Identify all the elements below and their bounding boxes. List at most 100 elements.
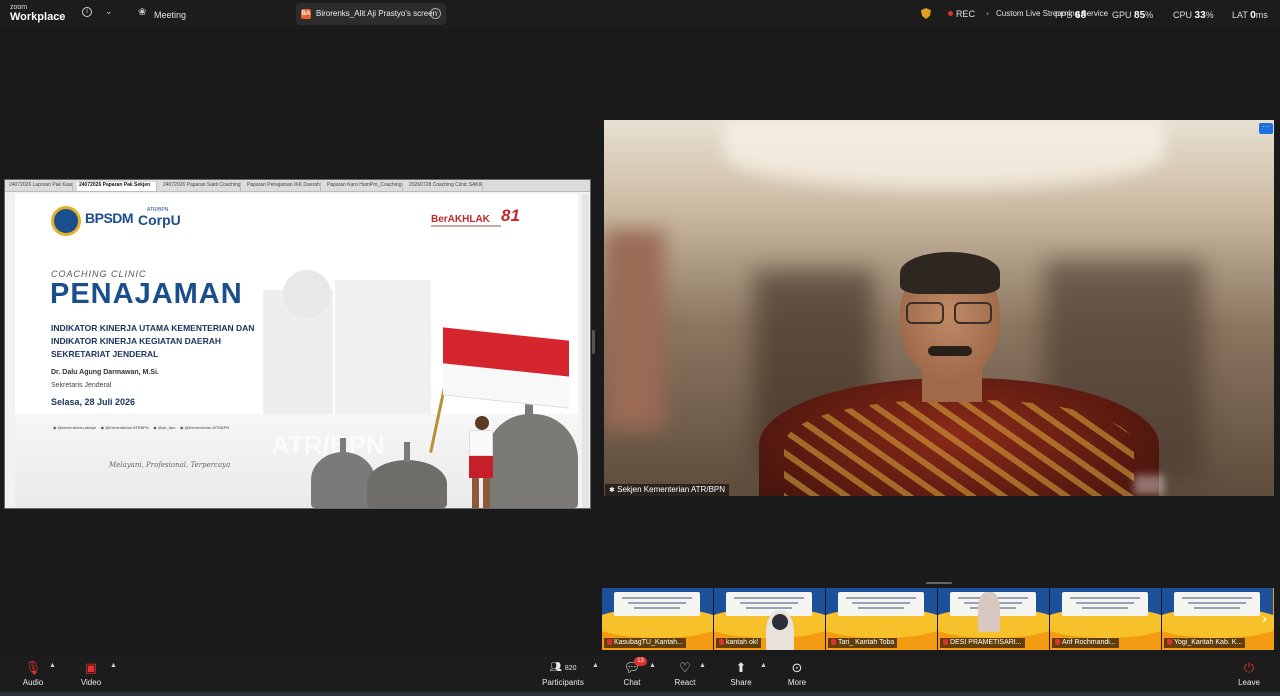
participant-name: kantah okl	[716, 638, 761, 648]
bpsdm-emblem-icon	[51, 206, 81, 236]
shared-screen-window[interactable]: 24072026 Laporan Pak Kaur... 24072026 Pa…	[4, 179, 591, 509]
berakhlak-logo: BerAKHLAK	[431, 214, 490, 225]
youtube-icon: ◉	[179, 425, 184, 430]
chevron-right-icon[interactable]: ›	[1262, 610, 1267, 626]
slide-scrollbar[interactable]	[582, 194, 589, 508]
audio-options-caret-icon[interactable]: ▲	[49, 662, 56, 669]
react-label: React	[674, 678, 696, 687]
participant-thumbnail[interactable]: Yogi_Kantah Kab. K...	[1162, 588, 1274, 650]
leave-button[interactable]: ⏻ Leave	[1234, 660, 1264, 687]
corpu-logo: CorpU	[138, 212, 181, 228]
more-options-icon[interactable]: ···	[430, 8, 441, 19]
presentation-tab[interactable]: 20260728 Coaching Clinic SAKIP Re...	[407, 182, 483, 191]
meeting-label[interactable]: Meeting	[154, 10, 186, 20]
react-options-caret-icon[interactable]: ▲	[699, 662, 706, 669]
stupa-illustration	[367, 460, 447, 508]
ceiling-light	[724, 120, 1164, 190]
live-stream-label[interactable]: Custom Live Streaming Service	[996, 9, 1108, 18]
participants-count: 820	[564, 665, 577, 672]
glasses-left	[906, 302, 944, 324]
share-options-caret-icon[interactable]: ▲	[760, 662, 767, 669]
participant-thumbnail[interactable]: kantah okl	[714, 588, 825, 650]
leave-icon: ⏻	[1243, 660, 1255, 675]
muted-mic-icon	[719, 639, 724, 645]
stupa-illustration	[311, 452, 375, 508]
thumbnail-strip-handle[interactable]	[926, 582, 952, 584]
participants-button[interactable]: 👥︎ 820 Participants	[538, 660, 588, 687]
video-more-options-icon[interactable]: ···	[1259, 123, 1273, 134]
participant-thumbnail[interactable]: Arif Rochmandi...	[1050, 588, 1161, 650]
participants-label: Participants	[542, 678, 584, 687]
stupa-spire	[340, 438, 346, 456]
heart-icon: ♡	[679, 660, 691, 675]
screen-share-tab[interactable]: BA Birorenks_Alit Aji Prastyo's screen ·…	[296, 3, 446, 25]
participants-icon: 👥︎ 820	[549, 662, 577, 673]
facebook-icon: ◉	[100, 425, 105, 430]
chat-options-caret-icon[interactable]: ▲	[649, 662, 656, 669]
slide-tagline: Melayani, Profesional, Terpercaya	[109, 461, 231, 469]
mic-muted-icon: 🎙︎	[24, 660, 42, 675]
more-button[interactable]: ⊙ More	[784, 660, 810, 687]
rec-label[interactable]: REC	[956, 9, 975, 19]
react-button[interactable]: ♡ React	[672, 660, 698, 687]
slide-subtitle-line: INDIKATOR KINERJA KEGIATAN DAERAH	[51, 336, 222, 346]
participant-photo	[978, 592, 1000, 632]
slide-subtitle: INDIKATOR KINERJA UTAMA KEMENTERIAN DAN …	[51, 322, 254, 361]
split-view-handle[interactable]	[592, 330, 595, 354]
security-shield-icon[interactable]	[921, 8, 931, 19]
batik-pattern	[784, 400, 1134, 496]
share-avatar-icon: BA	[301, 9, 311, 19]
video-off-icon: ▣	[84, 660, 98, 675]
child-head	[475, 416, 489, 430]
chevron-down-icon[interactable]: ⌄	[105, 6, 113, 17]
rec-dot-icon	[948, 11, 953, 16]
participant-thumbnail[interactable]: DESI PRAMETISARI...	[938, 588, 1049, 650]
share-label: Share	[730, 678, 752, 687]
child-leg	[472, 478, 479, 508]
participant-hijab	[772, 614, 788, 630]
presentation-tab[interactable]: Paparan Penajaman IKK Daerah - B...	[245, 182, 321, 191]
gpu-stat: GPU 85%	[1112, 10, 1154, 21]
presentation-tab[interactable]: 24072026 Paparan Sakti Coaching C...	[161, 182, 241, 191]
bpsdm-logo: BPSDM	[85, 210, 134, 226]
glasses-right	[954, 302, 992, 324]
audio-button[interactable]: 🎙︎ Audio	[16, 660, 50, 687]
chat-unread-badge: 13	[634, 657, 647, 666]
presentation-tab[interactable]: Paparan Karo HumPro_Coaching Clin...	[325, 182, 403, 191]
presentation-slide: BPSDM ATR/BPN CorpU BerAKHLAK 81 COACHIN…	[15, 194, 578, 508]
muted-mic-icon	[943, 639, 948, 645]
indonesia-81-logo: 81	[501, 206, 520, 225]
stupa-spire	[404, 442, 410, 462]
participants-options-caret-icon[interactable]: ▲	[592, 662, 599, 669]
video-options-caret-icon[interactable]: ▲	[110, 662, 117, 669]
share-screen-icon: ⬆︎	[735, 660, 747, 675]
fps-stat: FPS 68	[1055, 10, 1087, 21]
participant-name: Tari_ Kantah Toba	[828, 638, 898, 648]
presentation-tab-active[interactable]: 24072026 Paparan Pak Sekjen	[77, 182, 157, 191]
share-button[interactable]: ⬆︎ Share	[727, 660, 755, 687]
brand-small: zoom	[10, 4, 28, 11]
window-bottom-edge	[0, 692, 1280, 696]
bottom-toolbar: 🎙︎ Audio ▲ ▣ Video ▲ 👥︎ 820 Participants…	[0, 656, 1280, 696]
cpu-stat: CPU 33%	[1173, 10, 1214, 21]
muted-mic-icon	[831, 639, 836, 645]
participant-thumbnail[interactable]: Tari_ Kantah Toba	[826, 588, 937, 650]
participant-thumbnail[interactable]: KasubagTU_Kantah...	[602, 588, 713, 650]
slide-presenter-role: Sekretaris Jenderal	[51, 382, 112, 389]
presentation-tab[interactable]: 24072026 Laporan Pak Kaur...	[7, 182, 73, 191]
muted-mic-icon	[607, 639, 612, 645]
muted-mic-icon	[1167, 639, 1172, 645]
slide-subtitle-line: SEKRETARIAT JENDERAL	[51, 349, 159, 359]
audio-label: Audio	[22, 678, 44, 687]
video-button[interactable]: ▣ Video	[74, 660, 108, 687]
lat-stat: LAT 0ms	[1232, 10, 1268, 21]
brand-name: Workplace	[10, 11, 66, 23]
mustache	[928, 346, 972, 356]
slide-date: Selasa, 28 Juli 2026	[51, 397, 136, 407]
hand-blur	[1134, 475, 1164, 495]
active-speaker-video[interactable]	[604, 120, 1274, 496]
muted-mic-icon	[1055, 639, 1060, 645]
speaker-name-label: ✱ Sekjen Kementerian ATR/BPN	[605, 484, 730, 496]
info-icon[interactable]: i	[82, 7, 92, 17]
top-bar: zoom Workplace i ⌄ ❀ Meeting BA Birorenk…	[0, 0, 1280, 28]
